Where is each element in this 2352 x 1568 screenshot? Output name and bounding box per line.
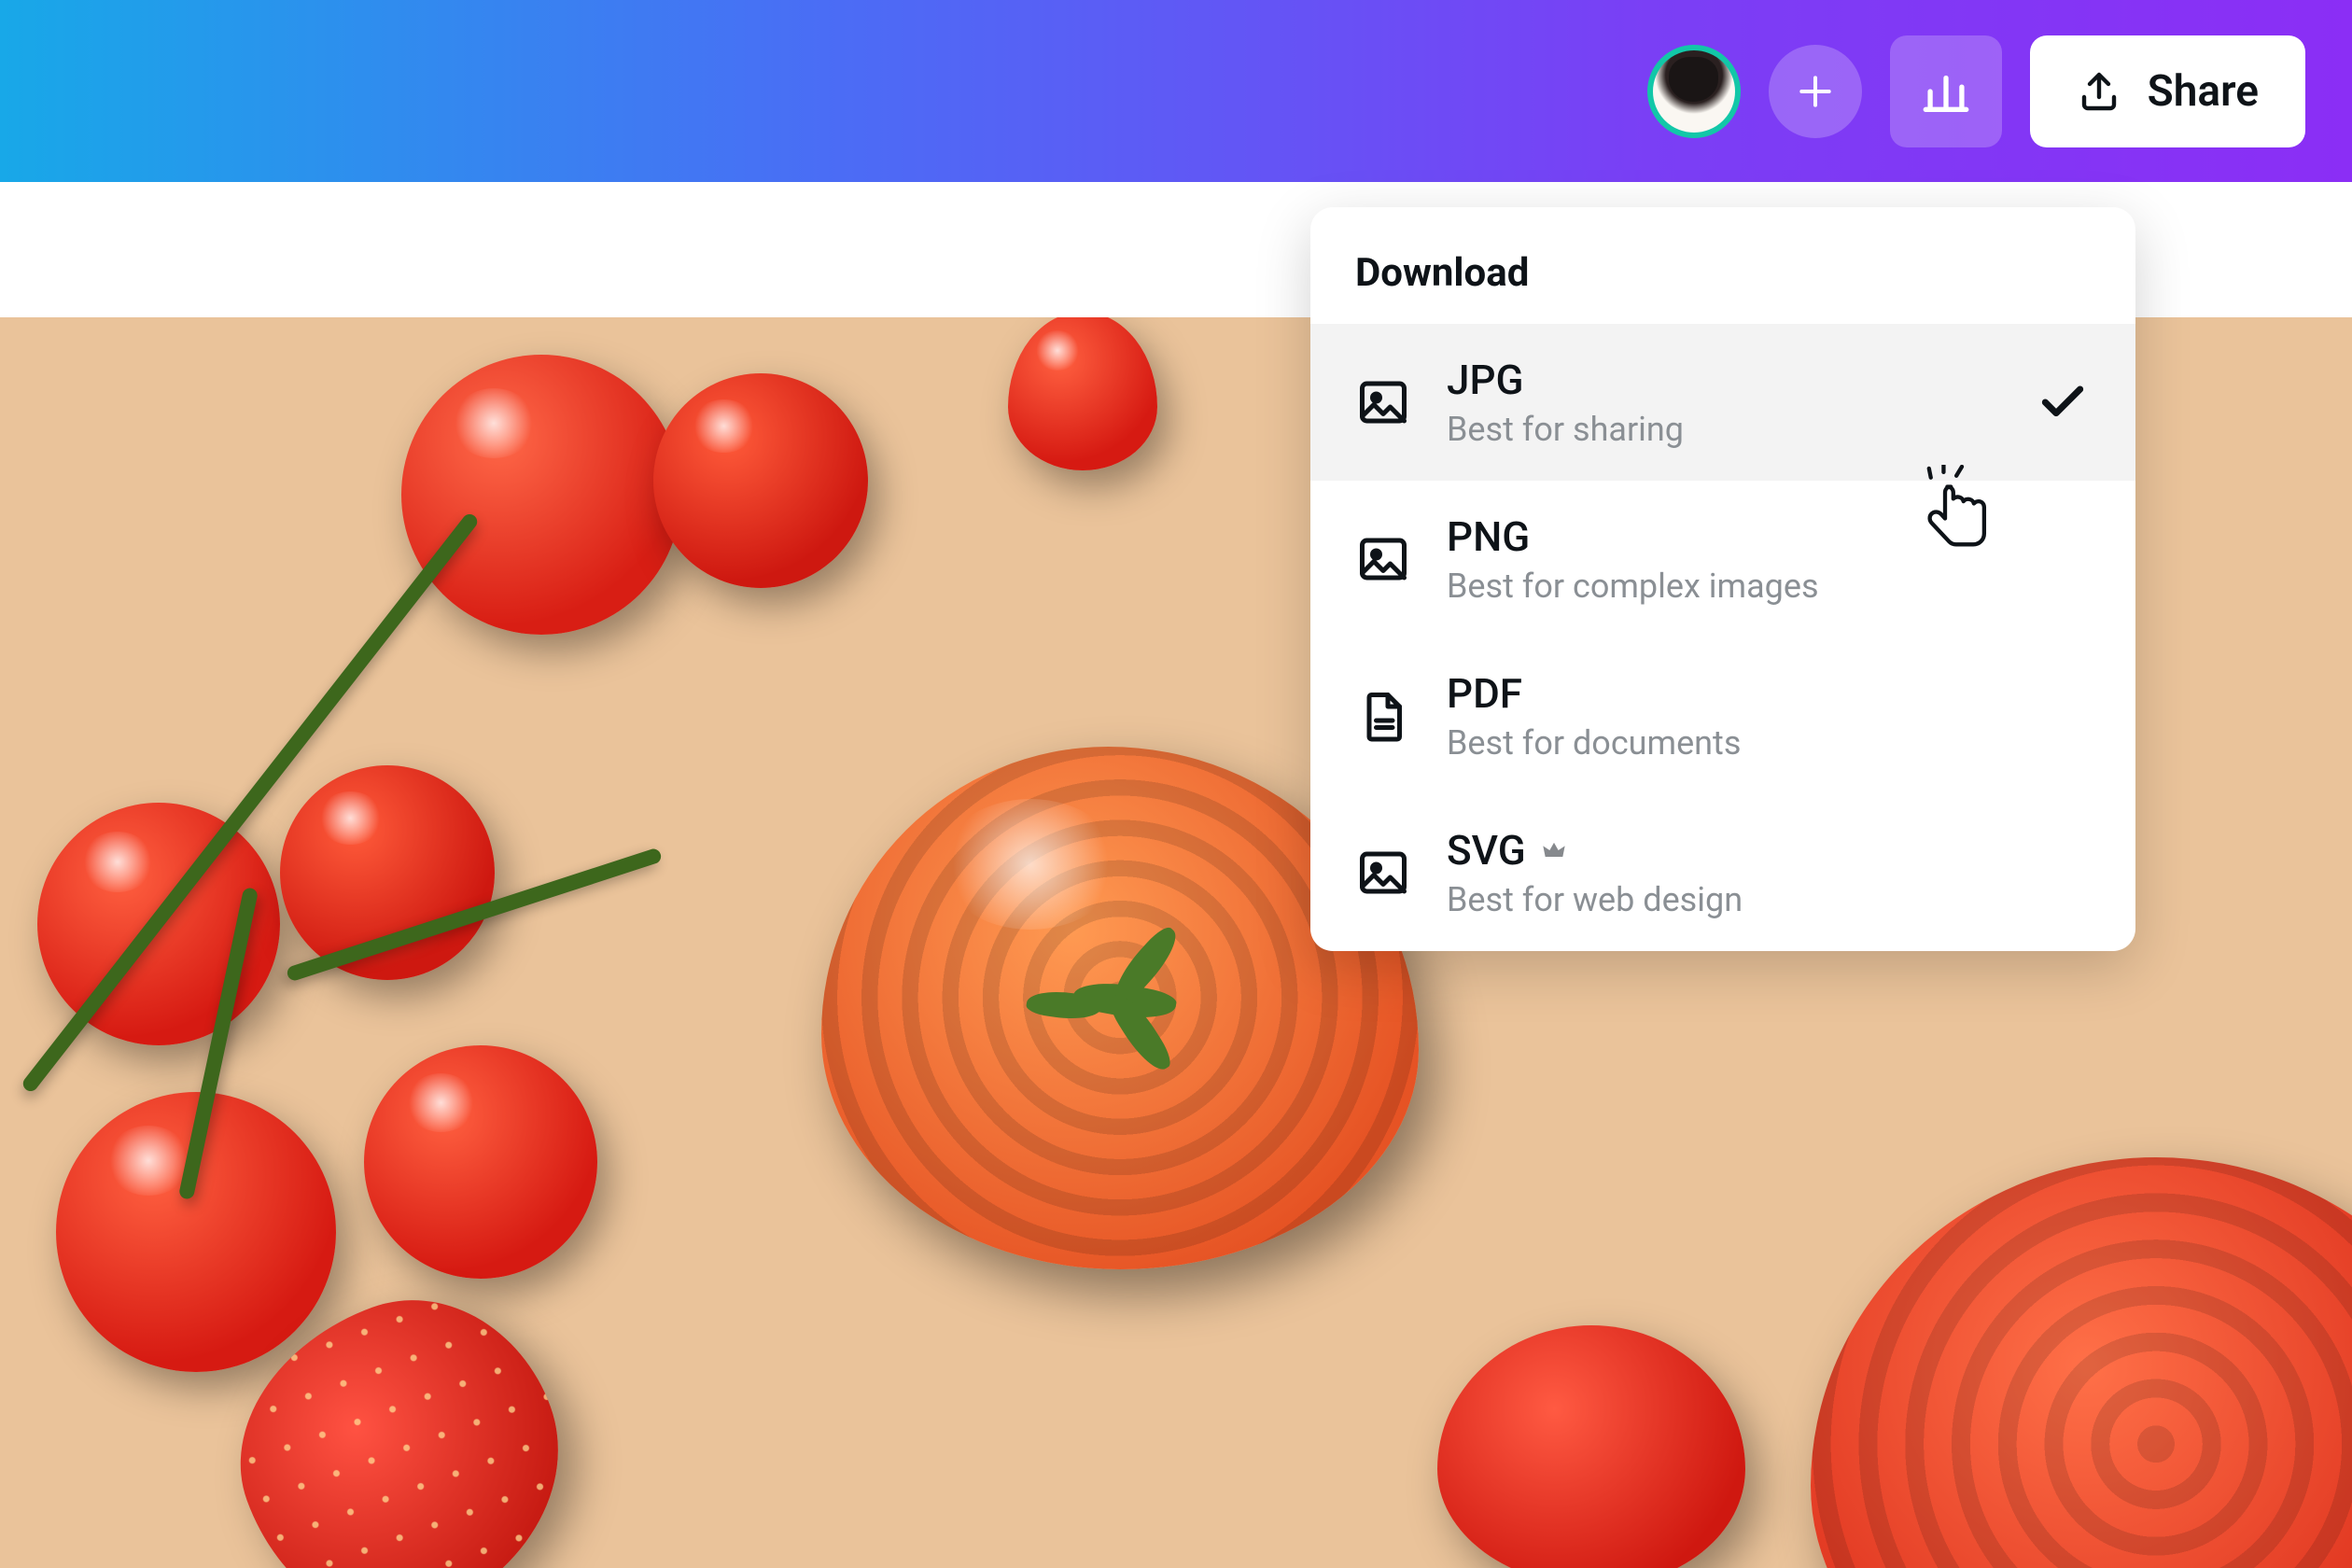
bar-chart-icon bbox=[1919, 64, 1973, 119]
upload-icon bbox=[2077, 69, 2121, 114]
dropdown-title: Download bbox=[1310, 207, 2135, 324]
download-dropdown: Download JPG Best for sharing PNG Best for … bbox=[1310, 207, 2135, 951]
download-option-label: PDF bbox=[1447, 669, 1522, 718]
insights-button[interactable] bbox=[1890, 35, 2002, 147]
share-button[interactable]: Share bbox=[2030, 35, 2305, 147]
download-option-description: Best for documents bbox=[1447, 723, 1741, 763]
download-option-label: PNG bbox=[1447, 512, 1530, 561]
checkmark-icon bbox=[2037, 376, 2089, 428]
download-option-pdf[interactable]: PDF Best for documents bbox=[1310, 637, 2135, 794]
download-option-label: JPG bbox=[1447, 356, 1524, 404]
download-option-svg[interactable]: SVG Best for web design bbox=[1310, 794, 2135, 951]
add-collaborator-button[interactable] bbox=[1769, 45, 1862, 138]
download-option-description: Best for complex images bbox=[1447, 567, 1819, 606]
header-bar: Share bbox=[0, 0, 2352, 182]
download-option-description: Best for web design bbox=[1447, 880, 1743, 919]
image-icon bbox=[1355, 845, 1411, 901]
share-label: Share bbox=[2148, 66, 2259, 117]
plus-icon bbox=[1795, 71, 1836, 112]
document-icon bbox=[1355, 688, 1411, 744]
download-option-description: Best for sharing bbox=[1447, 410, 1684, 449]
premium-crown-icon bbox=[1541, 837, 1567, 863]
image-icon bbox=[1355, 374, 1411, 430]
user-avatar[interactable] bbox=[1647, 45, 1741, 138]
image-icon bbox=[1355, 531, 1411, 587]
download-option-jpg[interactable]: JPG Best for sharing bbox=[1310, 324, 2135, 481]
download-option-label: SVG bbox=[1447, 826, 1526, 875]
download-option-png[interactable]: PNG Best for complex images bbox=[1310, 481, 2135, 637]
